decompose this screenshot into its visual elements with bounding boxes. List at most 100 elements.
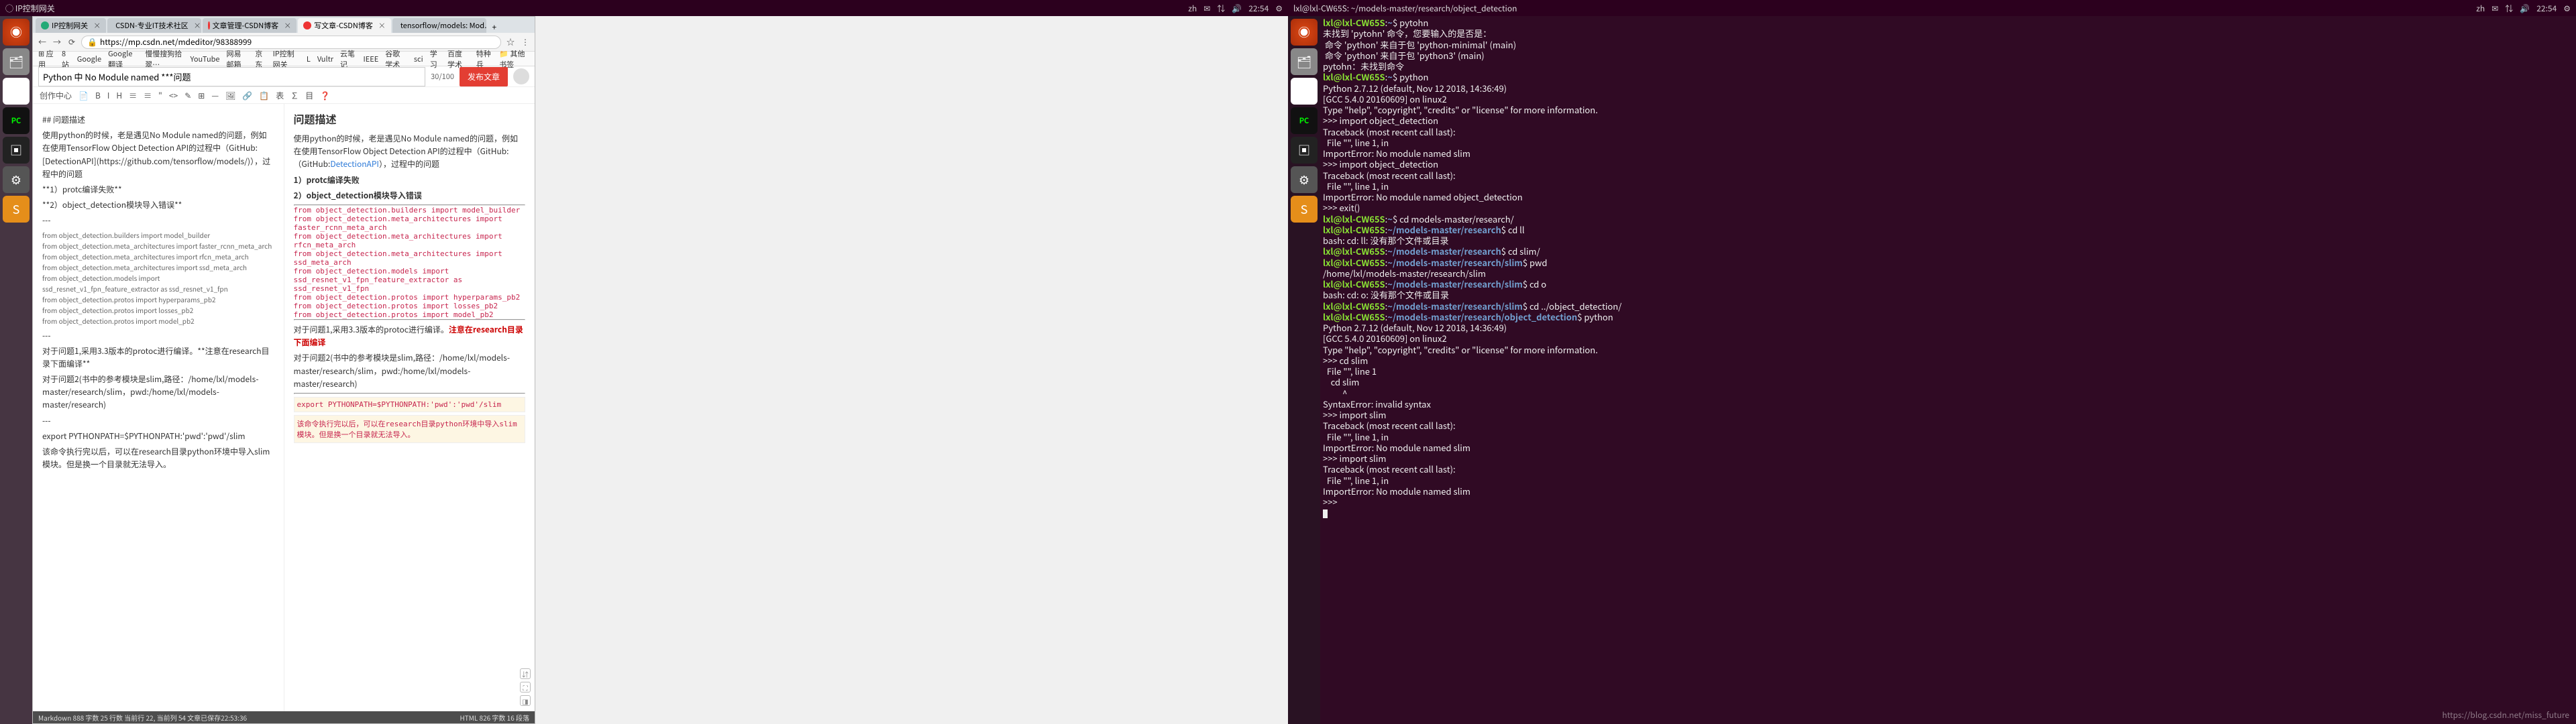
source-line: from object_detection.models import ssd_… xyxy=(42,273,274,294)
toolbar-btn-14[interactable]: 📋 xyxy=(259,90,269,101)
toolbar-btn-8[interactable]: <> xyxy=(169,90,178,101)
clock[interactable]: 22:54 xyxy=(1248,3,1269,14)
bookmark-item[interactable]: YouTube xyxy=(191,54,220,64)
toolbar-btn-7[interactable]: " xyxy=(158,90,162,101)
toolbar-btn-15[interactable]: 表 xyxy=(276,90,284,101)
close-tab-icon[interactable]: × xyxy=(194,20,201,31)
mail-indicator-2[interactable]: ✉ xyxy=(2491,3,2498,14)
toolbar-btn-17[interactable]: 目 xyxy=(305,90,313,101)
terminal-output[interactable]: lxl@lxl-CW65S:~$ pytohn 未找到 'pytohn' 命令，… xyxy=(1320,16,2576,520)
bookmark-item[interactable]: Vultr xyxy=(317,54,333,64)
preview-code-line: from object_detection.protos import mode… xyxy=(294,310,526,319)
toggle-preview[interactable]: ◨ xyxy=(520,695,531,706)
files-icon[interactable]: 🗂 xyxy=(3,48,30,75)
reload-button[interactable]: ⟳ xyxy=(66,36,77,48)
avatar[interactable] xyxy=(513,68,529,84)
toolbar-btn-13[interactable]: 🔗 xyxy=(242,90,252,101)
settings-icon[interactable]: ⚙ xyxy=(3,166,30,193)
ime-indicator[interactable]: zh xyxy=(1188,3,1197,14)
power-icon[interactable]: ⚙ xyxy=(1275,3,1283,14)
app-menu-2[interactable]: lxl@lxl-CW65S: ~/models-master/research/… xyxy=(1293,3,1517,14)
close-tab-icon[interactable]: × xyxy=(284,20,291,31)
terminal-icon[interactable]: ▣ xyxy=(3,137,30,164)
terminal-window[interactable]: lxl@lxl-CW65S:~$ pytohn 未找到 'pytohn' 命令，… xyxy=(1320,16,2576,724)
browser-tab[interactable]: CSDN-专业IT技术社区 × xyxy=(107,18,201,33)
browser-tab[interactable]: tensorflow/models: Mod…× xyxy=(392,18,486,33)
new-tab-button[interactable]: + xyxy=(488,21,501,33)
toolbar-btn-5[interactable]: ≡ xyxy=(129,90,137,101)
source-line: from object_detection.meta_architectures… xyxy=(42,251,274,262)
pycharm-icon-2[interactable]: PC xyxy=(1291,107,1318,134)
toolbar-btn-0[interactable]: 创作中心 xyxy=(40,90,72,101)
p-b2: 2）object_detection模块导入错误 xyxy=(294,190,422,201)
view-toggles: ⇵ ⛶ ◨ xyxy=(520,668,531,706)
toggle-fullscreen[interactable]: ⛶ xyxy=(520,682,531,692)
close-tab-icon[interactable]: × xyxy=(93,20,101,31)
preview-link[interactable]: DetectionAPI xyxy=(330,158,379,170)
menu-button[interactable]: ⋮ xyxy=(520,36,531,48)
browser-tab[interactable]: IP控制网关 × xyxy=(36,18,106,33)
sublime-icon-2[interactable]: S xyxy=(1291,196,1318,223)
toolbar-btn-16[interactable]: ∑ xyxy=(290,90,299,101)
source-line: from object_detection.meta_architectures… xyxy=(42,241,274,251)
source-line: from object_detection.protos import mode… xyxy=(42,316,274,326)
link-url-raw: (https://github.com/tensorflow/models/) xyxy=(97,156,250,167)
address-bar[interactable]: 🔒 https://mp.csdn.net/mdeditor/98388999 xyxy=(81,36,501,49)
settings-icon-2[interactable]: ⚙ xyxy=(1291,166,1318,193)
toolbar-btn-9[interactable]: ✎ xyxy=(184,90,191,101)
source-line: from object_detection.protos import loss… xyxy=(42,305,274,316)
toolbar-btn-10[interactable]: ⊞ xyxy=(198,90,205,101)
bookmark-item[interactable]: IEEE xyxy=(364,54,379,64)
toolbar-btn-1[interactable]: 📄 xyxy=(78,90,89,101)
network-indicator-2[interactable]: ⇅ xyxy=(2505,3,2513,14)
b2-raw: **2）object_detection模块导入错误** xyxy=(42,198,274,211)
toolbar-btn-6[interactable]: ≡ xyxy=(144,90,152,101)
toolbar-btn-12[interactable]: 🖼 xyxy=(225,90,235,101)
sublime-icon[interactable]: S xyxy=(3,196,30,223)
clock-2[interactable]: 22:54 xyxy=(2536,3,2557,14)
tab-label: CSDN-专业IT技术社区 xyxy=(115,20,188,31)
toolbar-btn-4[interactable]: H xyxy=(116,90,122,101)
sound-indicator[interactable]: 🔊 xyxy=(1232,3,1242,14)
toolbar-btn-11[interactable]: — xyxy=(211,90,219,101)
bookmark-item[interactable]: sci xyxy=(414,54,423,64)
markdown-source[interactable]: ## 问题描述 使用python的时候，老是遇见No Module named的… xyxy=(33,104,284,711)
tab-label: IP控制网关 xyxy=(52,20,88,31)
preview-heading: 问题描述 xyxy=(294,111,526,127)
star-button[interactable]: ☆ xyxy=(505,36,516,48)
preview-code-line: from object_detection.meta_architectures… xyxy=(294,232,526,249)
preview-code-line: from object_detection.protos import loss… xyxy=(294,302,526,310)
toolbar-btn-3[interactable]: I xyxy=(107,90,110,101)
toolbar-btn-18[interactable]: ❓ xyxy=(320,90,330,101)
p-tail: ），过程中的问题 xyxy=(379,158,439,170)
close-tab-icon[interactable]: × xyxy=(378,20,386,31)
forward-button[interactable]: → xyxy=(52,36,62,48)
h2-raw: ## 问题描述 xyxy=(42,113,274,126)
network-indicator[interactable]: ⇅ xyxy=(1217,3,1225,14)
toolbar-btn-2[interactable]: B xyxy=(95,90,101,101)
bookmark-item[interactable]: L xyxy=(307,54,311,64)
workspace-left: IP控制网关×CSDN-专业IT技术社区×文章管理-CSDN博客×写文章-CSD… xyxy=(32,16,1288,724)
publish-button[interactable]: 发布文章 xyxy=(460,67,508,86)
chrome-icon[interactable]: ◯ xyxy=(3,78,30,105)
pycharm-icon[interactable]: PC xyxy=(3,107,30,134)
terminal-icon-2[interactable]: ▣ xyxy=(1291,137,1318,164)
intro-text: 使用python的时候，老是遇见No Module named的问题，例如在使用… xyxy=(42,129,266,154)
browser-tab[interactable]: 文章管理-CSDN博客× xyxy=(203,18,297,33)
dash-icon-2[interactable]: ◉ xyxy=(1291,19,1318,46)
files-icon-2[interactable]: 🗂 xyxy=(1291,48,1318,75)
bookmark-item[interactable]: Google xyxy=(77,54,101,64)
preview-hr3 xyxy=(294,393,526,394)
dash-icon[interactable]: ◉ xyxy=(3,19,30,46)
back-button[interactable]: ← xyxy=(37,36,48,48)
ime-indicator-2[interactable]: zh xyxy=(2476,3,2485,14)
article-title-input[interactable] xyxy=(38,67,425,86)
browser-tab[interactable]: 写文章-CSDN博客× xyxy=(298,18,391,33)
toggle-sync-scroll[interactable]: ⇵ xyxy=(520,668,531,679)
mail-indicator[interactable]: ✉ xyxy=(1203,3,1210,14)
power-icon-2[interactable]: ⚙ xyxy=(2563,3,2571,14)
app-menu[interactable]: ◯ IP控制网关 xyxy=(5,3,55,14)
sound-indicator-2[interactable]: 🔊 xyxy=(2520,3,2530,14)
status-left: Markdown 888 字数 25 行数 当前行 22, 当前列 54 文章已… xyxy=(38,713,247,723)
chrome-icon-2[interactable]: ◯ xyxy=(1291,78,1318,105)
